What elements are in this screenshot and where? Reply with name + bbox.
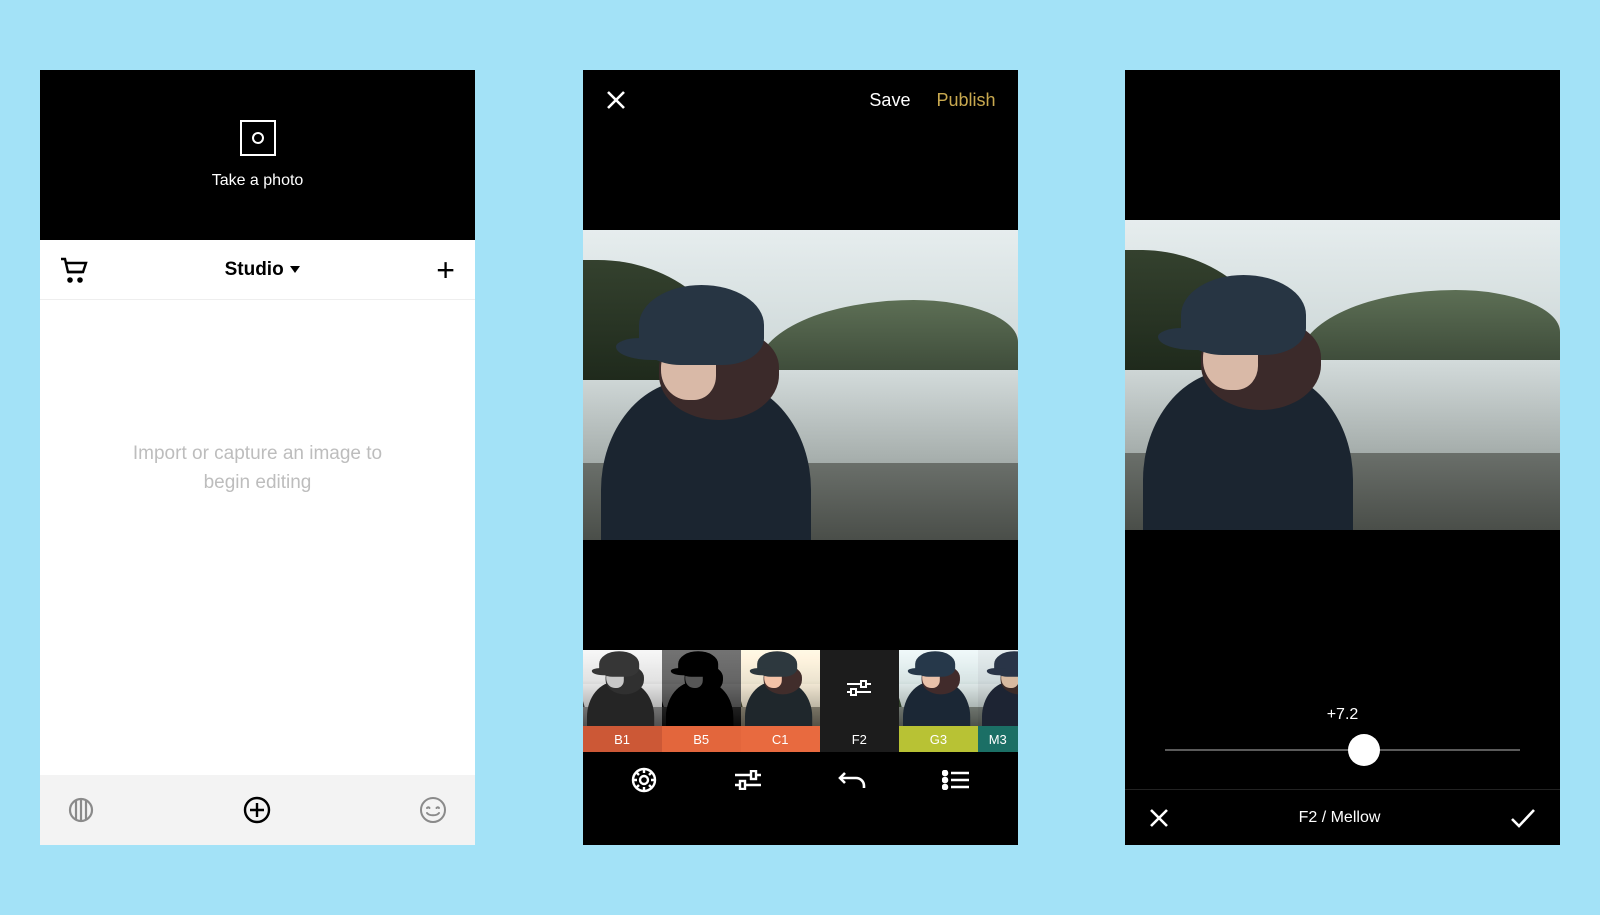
filter-b1[interactable]: B1 (583, 650, 662, 752)
take-photo-label: Take a photo (212, 172, 304, 190)
spacer (583, 540, 1018, 650)
filter-label: M3 (978, 726, 1018, 752)
filter-label: G3 (899, 726, 978, 752)
editor-top-bar: Save Publish (583, 70, 1018, 130)
filter-b5[interactable]: B5 (662, 650, 741, 752)
spacer (583, 130, 1018, 230)
editor-actions: Save Publish (869, 90, 995, 111)
spacer (1125, 70, 1560, 220)
sliders-icon (820, 650, 899, 726)
filter-label: F2 (820, 726, 899, 752)
screen-slider: +7.2 F2 / Mellow (1125, 70, 1560, 845)
filter-g3[interactable]: G3 (899, 650, 978, 752)
studio-footer (40, 775, 475, 845)
filter-caption: F2 / Mellow (1299, 809, 1381, 827)
feed-icon[interactable] (68, 797, 94, 823)
filter-c1[interactable]: C1 (741, 650, 820, 752)
empty-state-text: Import or capture an image to begin edit… (128, 440, 388, 497)
profile-icon[interactable] (419, 796, 447, 824)
undo-icon[interactable] (837, 769, 867, 791)
intensity-slider[interactable] (1165, 738, 1520, 762)
camera-icon (240, 120, 276, 156)
save-button[interactable]: Save (869, 90, 910, 111)
cancel-button[interactable] (1149, 808, 1169, 828)
take-photo-button[interactable]: Take a photo (40, 70, 475, 240)
slider-footer: F2 / Mellow (1125, 789, 1560, 845)
tools-icon[interactable] (733, 770, 763, 790)
editor-photo[interactable] (583, 230, 1018, 540)
screen-editor: Save Publish B1 B5 C1 F2 (583, 70, 1018, 845)
filter-label: C1 (741, 726, 820, 752)
filter-label: B5 (662, 726, 741, 752)
presets-icon[interactable] (630, 766, 658, 794)
slider-knob[interactable] (1348, 734, 1380, 766)
confirm-button[interactable] (1510, 808, 1536, 828)
studio-body: Import or capture an image to begin edit… (40, 300, 475, 775)
close-button[interactable] (605, 89, 627, 111)
slider-value: +7.2 (1327, 706, 1359, 724)
slider-photo[interactable] (1125, 220, 1560, 530)
filter-label: B1 (583, 726, 662, 752)
chevron-down-icon (290, 266, 300, 273)
studio-dropdown[interactable]: Studio (225, 259, 300, 281)
filter-m3[interactable]: M3 (978, 650, 1018, 752)
list-icon[interactable] (942, 770, 970, 790)
intensity-slider-area: +7.2 (1125, 679, 1560, 789)
studio-toolbar: Studio + (40, 240, 475, 300)
spacer (1125, 530, 1560, 679)
editor-bottom-bar (583, 752, 1018, 808)
shop-icon[interactable] (60, 257, 88, 283)
filter-f2-selected[interactable]: F2 (820, 650, 899, 752)
studio-label: Studio (225, 259, 284, 281)
publish-button[interactable]: Publish (936, 90, 995, 111)
add-icon[interactable] (242, 795, 272, 825)
filter-strip: B1 B5 C1 F2 G3 M3 (583, 650, 1018, 752)
screen-studio: Take a photo Studio + Import or capture … (40, 70, 475, 845)
import-plus-button[interactable]: + (436, 254, 455, 286)
